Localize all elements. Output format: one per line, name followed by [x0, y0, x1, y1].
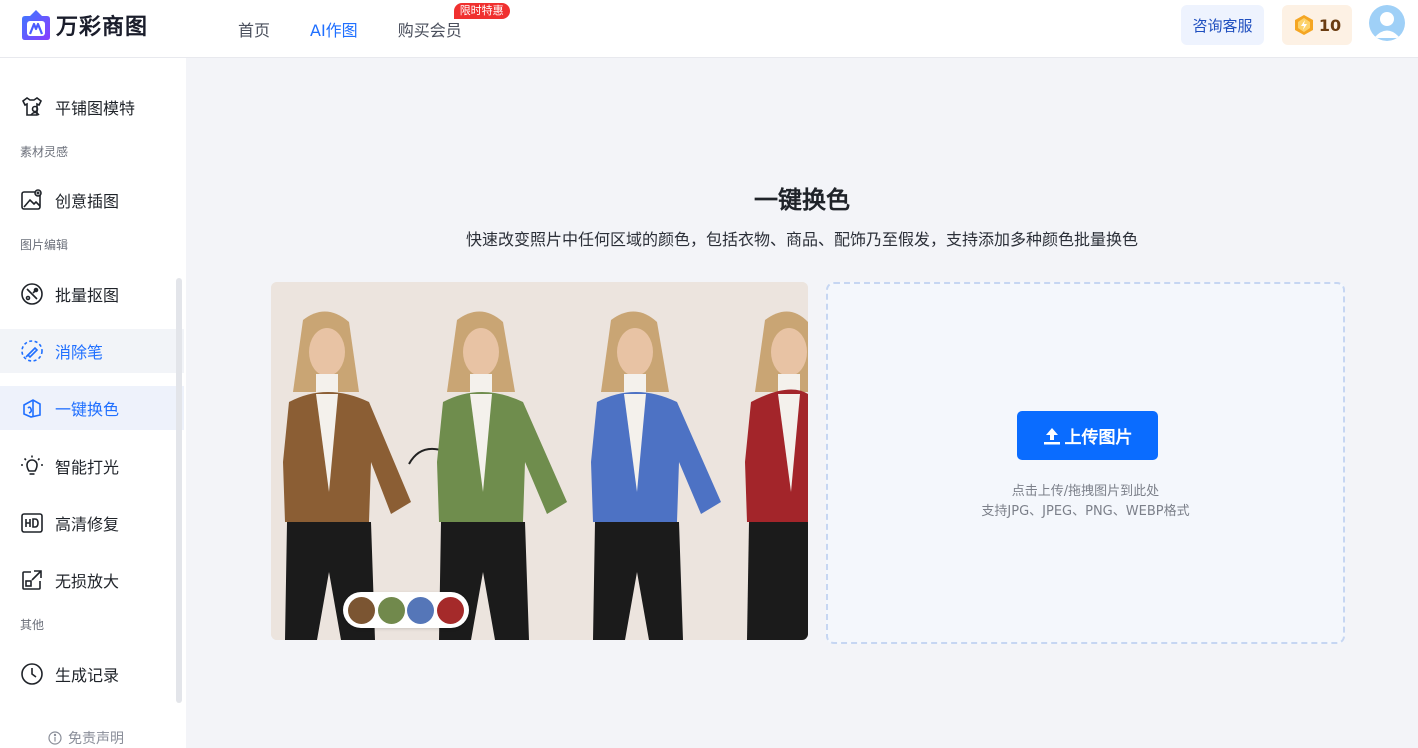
sidebar-item-lossless-enlarge[interactable]: 无损放大: [0, 558, 184, 602]
sidebar: 平铺图模特 素材灵感 创意插图 图片编辑 批量抠图 消除笔 一键换色 智能打光 …: [0, 58, 186, 748]
sidebar-item-history[interactable]: 生成记录: [0, 652, 184, 696]
user-avatar[interactable]: [1369, 5, 1405, 41]
sidebar-item-batch-cutout[interactable]: 批量抠图: [0, 272, 184, 316]
nav-membership-label: 购买会员: [397, 21, 462, 40]
top-header: 万彩商图 首页 AI作图 购买会员 限时特惠 咨询客服 10: [0, 0, 1418, 58]
sidebar-item-label: 消除笔: [55, 343, 104, 362]
page-subtitle: 快速改变照片中任何区域的颜色，包括衣物、商品、配饰乃至假发，支持添加多种颜色批量…: [465, 230, 1138, 249]
swatch-green: [377, 596, 405, 624]
upload-icon: [1043, 427, 1060, 444]
brand-logo[interactable]: 万彩商图: [20, 8, 148, 42]
clock-icon: [21, 663, 43, 685]
eraser-brush-icon: [21, 340, 43, 362]
recolor-icon: [23, 399, 41, 418]
disclaimer-link[interactable]: 免责声明: [48, 728, 124, 748]
lightbulb-icon: [21, 455, 43, 475]
avatar-icon: [1369, 5, 1405, 41]
swatch-red: [436, 596, 464, 624]
cutout-icon: [21, 283, 43, 305]
section-other: 其他: [20, 618, 45, 632]
promo-badge: 限时特惠: [453, 3, 510, 19]
sidebar-item-smart-lighting[interactable]: 智能打光: [0, 444, 184, 488]
nav-membership[interactable]: 购买会员 限时特惠: [397, 3, 510, 41]
page-title: 一键换色: [754, 186, 850, 214]
sidebar-item-label: 无损放大: [55, 572, 120, 591]
sidebar-item-label: 生成记录: [55, 666, 120, 685]
sidebar-item-eraser[interactable]: 消除笔: [0, 329, 184, 373]
sidebar-item-label: 平铺图模特: [55, 99, 136, 118]
disclaimer-label: 免责声明: [68, 731, 124, 747]
sidebar-item-hd-restore[interactable]: 高清修复: [0, 501, 184, 545]
info-icon: [48, 731, 62, 745]
logo-icon: [22, 10, 50, 40]
upload-format-hint: 支持JPG、JPEG、PNG、WEBP格式: [981, 504, 1190, 519]
sidebar-item-label: 创意插图: [55, 192, 120, 211]
sidebar-item-one-click-recolor[interactable]: 一键换色: [0, 386, 184, 430]
upload-button-label: 上传图片: [1064, 428, 1133, 448]
enlarge-icon: [22, 570, 42, 590]
swatch-blue: [407, 596, 435, 624]
nav-ai-drawing[interactable]: AI作图: [310, 17, 358, 41]
section-material-inspiration: 素材灵感: [20, 145, 69, 159]
recolor-example-illustration: [271, 282, 808, 640]
upload-hint: 点击上传/拖拽图片到此处: [1011, 484, 1160, 499]
brand-name: 万彩商图: [56, 15, 149, 40]
section-image-editing: 图片编辑: [20, 238, 69, 252]
diamond-icon: [1294, 15, 1313, 35]
upload-dropzone[interactable]: 上传图片 点击上传/拖拽图片到此处 支持JPG、JPEG、PNG、WEBP格式: [826, 282, 1345, 644]
main-nav: 首页 AI作图 购买会员 限时特惠: [238, 0, 510, 58]
sidebar-item-creative-illustration[interactable]: 创意插图: [0, 178, 184, 222]
color-swatches: [343, 592, 469, 628]
upload-image-button[interactable]: 上传图片: [1017, 411, 1158, 460]
shirt-model-icon: [21, 97, 43, 116]
points-value: 10: [1318, 15, 1342, 35]
example-preview-image: [271, 282, 808, 640]
support-button[interactable]: 咨询客服: [1181, 5, 1264, 45]
sidebar-item-label: 一键换色: [55, 400, 120, 419]
sidebar-item-flat-lay-model[interactable]: 平铺图模特: [0, 85, 184, 129]
swatch-brown: [348, 596, 376, 624]
nav-home[interactable]: 首页: [238, 17, 270, 41]
sidebar-item-label: 批量抠图: [55, 286, 120, 305]
hd-icon: [21, 513, 43, 533]
sidebar-item-label: 高清修复: [55, 515, 120, 534]
sidebar-scrollbar[interactable]: [176, 278, 182, 703]
image-plus-icon: [21, 189, 42, 210]
sidebar-item-label: 智能打光: [55, 458, 120, 477]
points-balance[interactable]: 10: [1282, 5, 1352, 45]
